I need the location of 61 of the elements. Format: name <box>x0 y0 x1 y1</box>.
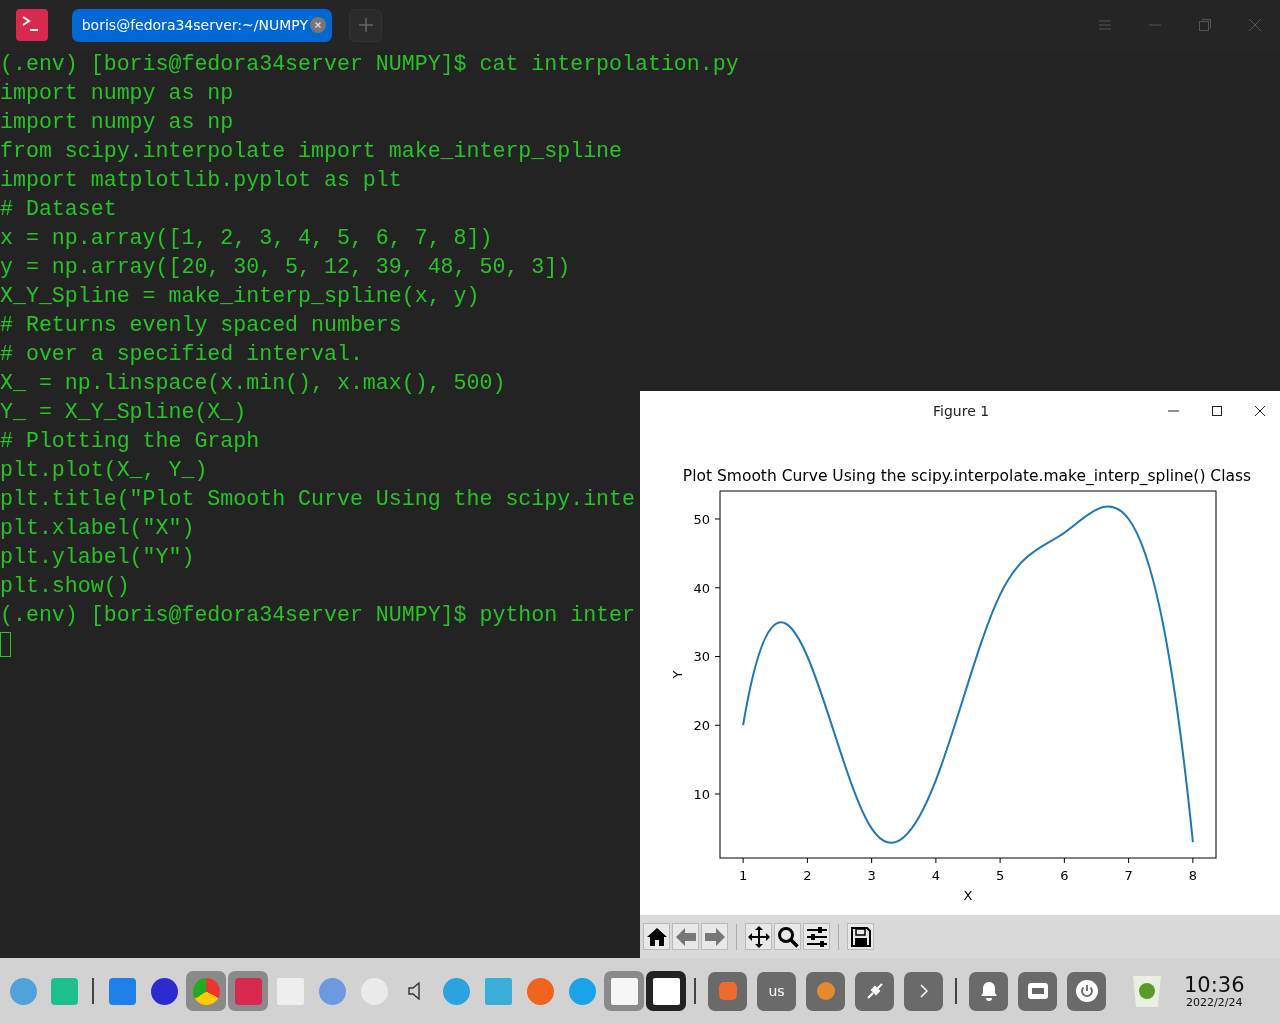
power-icon[interactable] <box>1075 980 1098 1002</box>
terminal-line: # Plotting the Graph <box>0 428 260 455</box>
x-tick-label: 5 <box>996 868 1005 883</box>
terminal-line: import numpy as np <box>0 109 234 136</box>
terminal-line: plt.ylabel("Y") <box>0 544 195 571</box>
terminal-line: Y_ = X_Y_Spline(X_) <box>0 399 247 426</box>
terminal-line: from scipy.interpolate import make_interp_spline <box>0 138 622 165</box>
x-tick-label: 6 <box>1060 868 1069 883</box>
pan-button[interactable] <box>745 923 772 950</box>
zoom-button[interactable] <box>774 923 801 950</box>
y-tick-label: 10 <box>693 787 710 802</box>
terminal-line: plt.show() <box>0 573 130 600</box>
y-tick-label: 50 <box>693 512 710 527</box>
y-tick-label: 30 <box>693 649 710 665</box>
keyboard-icon[interactable] <box>1027 983 1048 999</box>
chevron-right-icon[interactable] <box>919 984 928 998</box>
terminal-line: import numpy as np <box>0 80 234 107</box>
save-button[interactable] <box>847 923 874 950</box>
keyboard-layout-button[interactable]: us <box>757 971 796 1011</box>
chart-title: Plot Smooth Curve Using the scipy.interpolate.make_interp_spline() Class <box>682 467 1252 485</box>
maximize-icon[interactable] <box>1212 406 1222 416</box>
restore-icon[interactable] <box>1199 19 1211 31</box>
x-tick-label: 2 <box>803 868 812 883</box>
terminal-tab[interactable]: boris@fedora34server:~/NUMPY <box>72 8 332 42</box>
text-cursor <box>0 632 11 657</box>
sliders-button[interactable] <box>803 923 830 950</box>
forward-button[interactable] <box>701 923 728 950</box>
x-axis-label: X <box>963 888 973 903</box>
terminal-line: y = np.array([20, 30, 5, 12, 39, 48, 50, 3]) <box>0 254 571 281</box>
y-tick-label: 40 <box>693 580 710 596</box>
x-tick-label: 3 <box>867 868 876 883</box>
recycle-bin-icon[interactable] <box>1132 974 1162 1008</box>
home-button[interactable] <box>643 923 670 950</box>
terminal-line: import matplotlib.pyplot as plt <box>0 167 402 194</box>
window-title: Figure 1 <box>933 403 990 419</box>
terminal-line: x = np.array([1, 2, 3, 4, 5, 6, 7, 8]) <box>0 225 493 252</box>
terminal-line: X_Y_Spline = make_interp_spline(x, y) <box>0 283 480 310</box>
terminal-line: # Dataset <box>0 196 117 223</box>
x-tick-label: 8 <box>1188 868 1197 883</box>
plug-icon[interactable] <box>865 982 884 1000</box>
x-tick-label: 1 <box>739 868 748 883</box>
new-tab-button[interactable] <box>349 8 382 42</box>
terminal-line: # Returns evenly spaced numbers <box>0 312 402 339</box>
terminal-line: # over a specified interval. <box>0 341 363 368</box>
clock-time: 10:36 <box>1184 973 1245 996</box>
terminal-line: X_ = np.linspace(x.min(), x.max(), 500) <box>0 370 506 397</box>
y-axis-label: Y <box>670 670 685 679</box>
speaker-icon[interactable] <box>408 982 422 1000</box>
terminal-line: (.env) [boris@fedora34server NUMPY]$ python inter <box>0 602 635 629</box>
bell-icon[interactable] <box>979 981 998 1001</box>
terminal-line: plt.plot(X_, Y_) <box>0 457 208 484</box>
close-icon[interactable] <box>1255 406 1265 416</box>
terminal-line: plt.title("Plot Smooth Curve Using the scipy.inte <box>0 486 635 513</box>
x-tick-label: 7 <box>1124 868 1133 883</box>
back-button[interactable] <box>672 923 699 950</box>
x-tick-label: 4 <box>931 868 940 883</box>
terminal-line: plt.xlabel("X") <box>0 515 195 542</box>
plus-icon <box>358 18 373 32</box>
clock-date: 2022/2/24 <box>1186 995 1243 1009</box>
y-tick-label: 20 <box>693 718 710 734</box>
terminal-line: (.env) [boris@fedora34server NUMPY]$ cat interpolation.py <box>0 51 739 78</box>
